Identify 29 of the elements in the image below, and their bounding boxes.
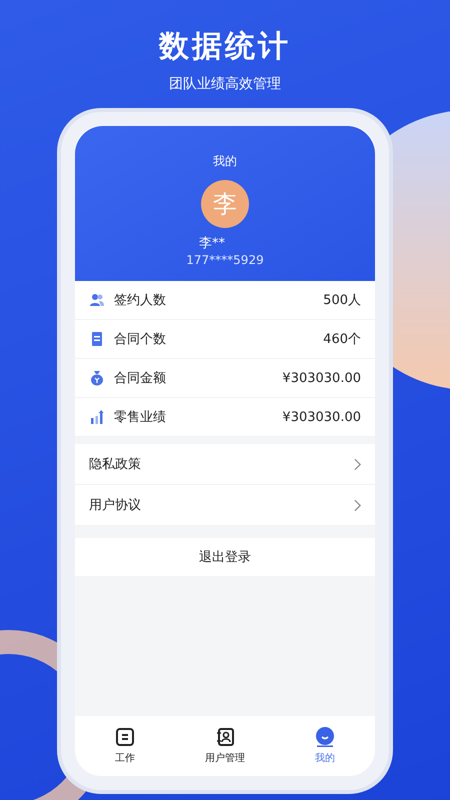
tab[interactable]: 工作 (85, 727, 165, 765)
stat-label: 零售业绩 (114, 409, 167, 426)
stat-label: 签约人数 (114, 292, 167, 309)
menu-item[interactable]: 用户协议 (75, 485, 375, 526)
people-icon (89, 292, 105, 308)
contact-book-icon (215, 727, 235, 747)
stat-label: 合同个数 (114, 331, 167, 348)
chevron-right-icon (354, 458, 361, 470)
phone-number: 177****5929 (186, 253, 264, 267)
tab[interactable]: 我的 (285, 727, 365, 765)
chevron-right-icon (354, 498, 361, 512)
document-icon (89, 331, 105, 347)
stat-value: 500人 (323, 292, 361, 309)
stat-value: 460个 (323, 331, 361, 348)
menu-item[interactable]: 隐私政策 (75, 444, 375, 485)
banner-title: 数据统计 (159, 28, 291, 66)
logout-button[interactable]: 退出登录 (75, 538, 375, 576)
page-title: 我的 (213, 153, 237, 170)
money-bag-icon (89, 370, 105, 386)
bar-chart-icon (89, 409, 105, 425)
stat-value: ¥303030.00 (282, 410, 361, 424)
stat-value: ¥303030.00 (282, 370, 361, 386)
avatar: 李 (201, 180, 249, 228)
smile-icon (315, 727, 335, 747)
tab[interactable]: 用户管理 (185, 727, 265, 765)
user-name: 李** (199, 235, 225, 252)
note-icon (115, 727, 135, 747)
banner-subtitle: 团队业绩高效管理 (169, 75, 281, 93)
stat-label: 合同金额 (114, 370, 167, 387)
